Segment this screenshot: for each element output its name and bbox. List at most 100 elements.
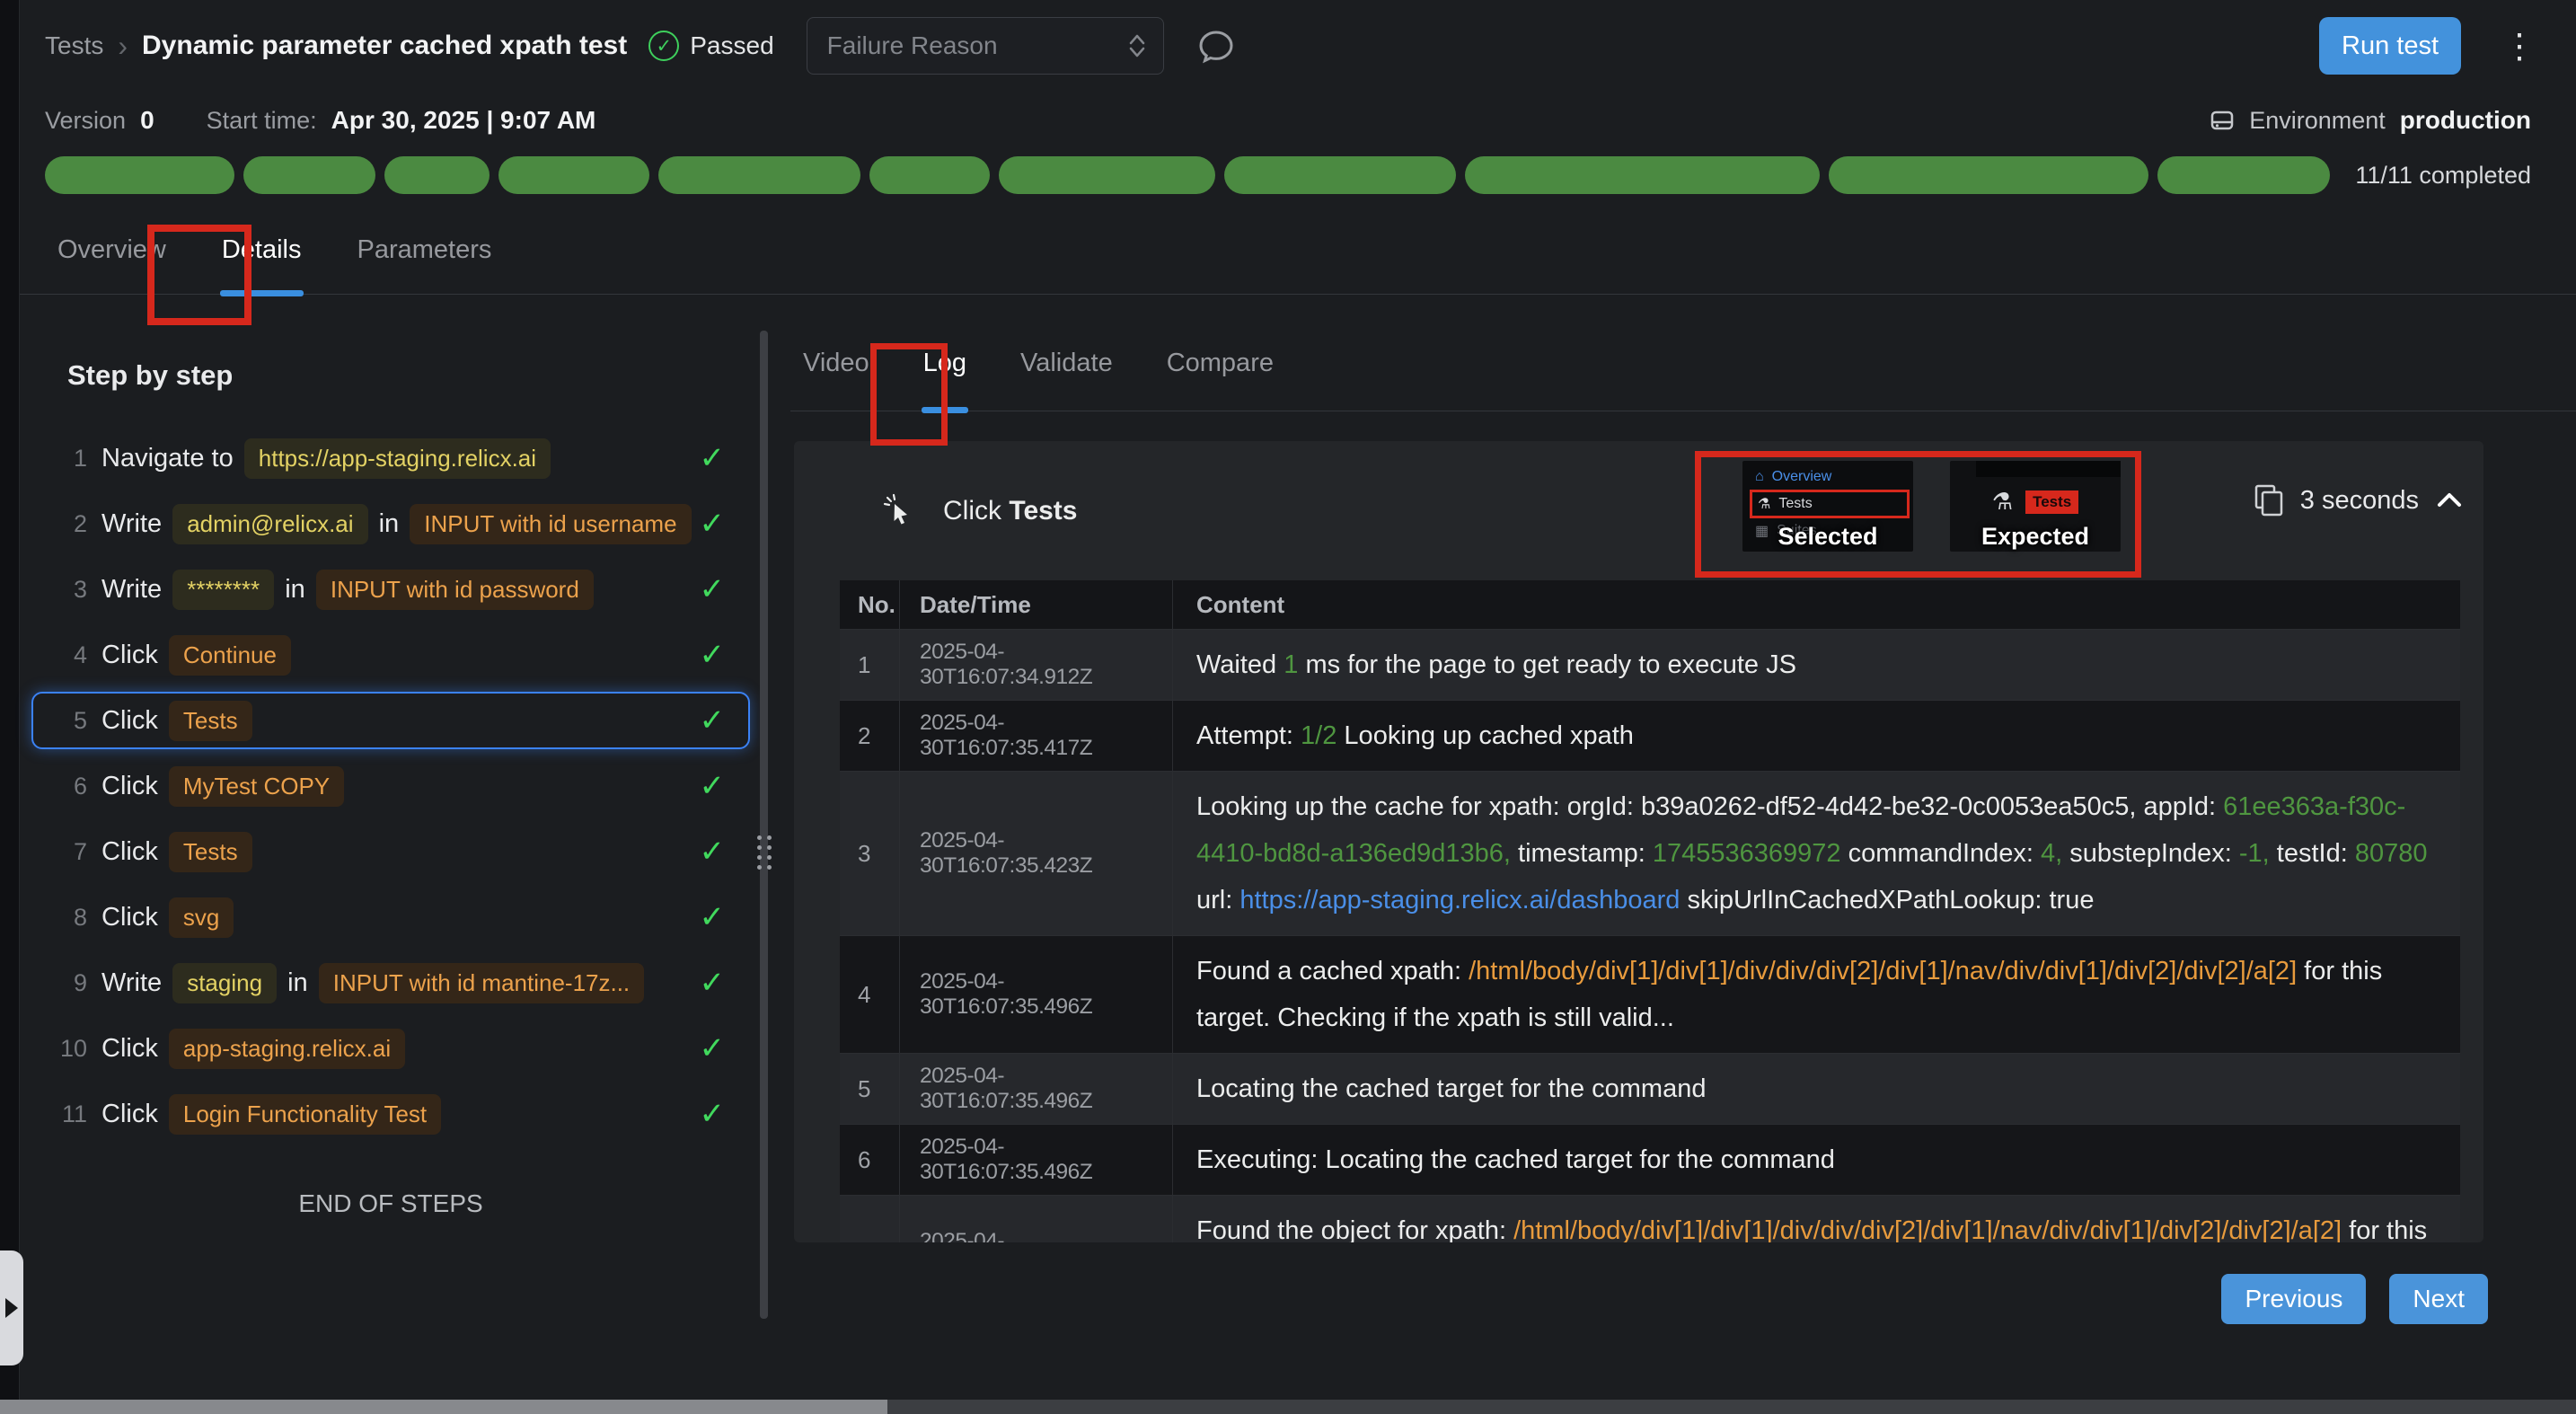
- log-highlight-value: 80780: [2355, 839, 2428, 868]
- step-row[interactable]: 2Write admin@relicx.ai in INPUT with id …: [31, 495, 750, 552]
- tab-compare[interactable]: Compare: [1165, 325, 1275, 411]
- step-row[interactable]: 3Write ******** in INPUT with id passwor…: [31, 561, 750, 618]
- step-action-text: in: [280, 968, 315, 998]
- expand-sidebar-handle[interactable]: [0, 1251, 23, 1365]
- log-row-number: 2: [840, 701, 899, 771]
- tab-parameters[interactable]: Parameters: [356, 223, 494, 294]
- status-label: Passed: [690, 31, 773, 60]
- progress-segment: [1829, 156, 2148, 194]
- log-row-content: Looking up the cache for xpath: orgId: b…: [1172, 772, 2460, 935]
- step-target-badge: admin@relicx.ai: [172, 504, 367, 544]
- log-table-row: 72025-04-30T16:07:35.753ZFound the objec…: [840, 1195, 2460, 1242]
- step-row[interactable]: 4Click Continue✓: [31, 626, 750, 684]
- log-table-row: 22025-04-30T16:07:35.417ZAttempt: 1/2 Lo…: [840, 700, 2460, 771]
- breadcrumb-chevron-icon: ›: [118, 30, 128, 63]
- log-url-link[interactable]: https://app-staging.relicx.ai/dashboard: [1239, 886, 1680, 915]
- progress-row: 11/11 completed: [0, 149, 2576, 201]
- progress-count: 11/11 completed: [2355, 162, 2531, 190]
- selected-caption: Selected: [1742, 523, 1913, 551]
- comment-icon[interactable]: [1196, 26, 1236, 66]
- run-meta-row: Version 0 Start time: Apr 30, 2025 | 9:0…: [0, 92, 2576, 149]
- progress-segment: [384, 156, 490, 194]
- tab-overview[interactable]: Overview: [56, 223, 168, 294]
- step-list: 1Navigate to https://app-staging.relicx.…: [31, 429, 750, 1143]
- next-button[interactable]: Next: [2389, 1274, 2488, 1324]
- step-action-text: Write: [101, 968, 169, 998]
- log-table-row: 52025-04-30T16:07:35.496ZLocating the ca…: [840, 1053, 2460, 1124]
- log-row-content: Found the object for xpath: /html/body/d…: [1172, 1196, 2460, 1242]
- progress-segment: [658, 156, 860, 194]
- step-row[interactable]: 9Write staging in INPUT with id mantine-…: [31, 954, 750, 1012]
- breadcrumb[interactable]: Tests: [45, 31, 103, 60]
- log-text: skipUrlInCachedXPathLookup: true: [1680, 886, 2094, 915]
- tab-log[interactable]: Log: [922, 325, 968, 411]
- command-header: Click Tests: [794, 441, 2483, 580]
- step-number: 4: [53, 641, 87, 669]
- tab-details[interactable]: Details: [220, 223, 304, 294]
- log-row-timestamp: 2025-04-30T16:07:35.496Z: [899, 1125, 1172, 1195]
- log-row-number: 7: [840, 1196, 899, 1242]
- step-row[interactable]: 6Click MyTest COPY✓: [31, 757, 750, 815]
- run-test-button[interactable]: Run test: [2319, 17, 2461, 75]
- failure-reason-select[interactable]: Failure Reason: [807, 17, 1164, 75]
- log-text: Looking up cached xpath: [1337, 721, 1634, 750]
- steps-vertical-scrollbar[interactable]: [760, 331, 768, 1319]
- mini-nav-tests-highlighted: ⚗Tests: [1750, 490, 1910, 518]
- log-text: Found the object for xpath:: [1196, 1216, 1513, 1242]
- previous-button[interactable]: Previous: [2221, 1274, 2366, 1324]
- step-target-badge: INPUT with id username: [410, 504, 691, 544]
- log-highlight-value: -1,: [2239, 839, 2270, 868]
- log-card: Click Tests ⌂Overview ⚗Tests ▦Suites Sel…: [794, 441, 2483, 1242]
- col-header-content: Content: [1172, 580, 2460, 629]
- end-of-steps-label: END OF STEPS: [31, 1189, 750, 1218]
- step-target-badge: MyTest COPY: [169, 766, 344, 807]
- collapse-chevron-up-icon[interactable]: [2435, 490, 2464, 510]
- log-row-number: 6: [840, 1125, 899, 1195]
- step-row[interactable]: 5Click Tests✓: [31, 692, 750, 749]
- page-title: Dynamic parameter cached xpath test: [142, 31, 627, 61]
- drive-icon: [2208, 106, 2236, 135]
- home-icon: ⌂: [1755, 469, 1764, 485]
- step-row[interactable]: 10Click app-staging.relicx.ai✓: [31, 1020, 750, 1077]
- panel-resize-grip[interactable]: [754, 835, 774, 870]
- screenshot-thumbnails: ⌂Overview ⚗Tests ▦Suites Selected ⚗ Test…: [1695, 461, 2129, 552]
- progress-segment: [999, 156, 1215, 194]
- log-row-number: 1: [840, 630, 899, 700]
- log-xpath-value: /html/body/div[1]/div[1]/div/div/div[2]/…: [1513, 1216, 2342, 1242]
- step-action-text: Click: [101, 837, 165, 867]
- selected-screenshot-thumbnail[interactable]: ⌂Overview ⚗Tests ▦Suites Selected: [1742, 461, 1913, 552]
- step-success-check-icon: ✓: [700, 899, 726, 935]
- step-success-check-icon: ✓: [700, 965, 726, 1001]
- flask-icon: ⚗: [1758, 495, 1770, 513]
- step-success-check-icon: ✓: [700, 703, 726, 738]
- log-table-header: No. Date/Time Content: [840, 580, 2460, 629]
- log-text: ms for the page to get ready to execute …: [1298, 650, 1796, 679]
- log-table-row: 42025-04-30T16:07:35.496ZFound a cached …: [840, 935, 2460, 1053]
- step-action-text: Click: [101, 772, 165, 801]
- step-target-badge: svg: [169, 897, 234, 938]
- tab-video[interactable]: Video: [801, 325, 871, 411]
- step-row[interactable]: 11Click Login Functionality Test✓: [31, 1085, 750, 1143]
- environment-value: production: [2400, 106, 2531, 135]
- overflow-menu-icon[interactable]: ⋮: [2502, 26, 2536, 66]
- details-content: Step by step 1Navigate to https://app-st…: [0, 325, 2576, 1414]
- step-target-badge: INPUT with id mantine-17z...: [319, 963, 644, 1003]
- horizontal-scrollbar-thumb[interactable]: [0, 1400, 887, 1414]
- horizontal-scrollbar-track[interactable]: [0, 1400, 2576, 1414]
- step-target-badge: Tests: [169, 701, 252, 741]
- log-row-timestamp: 2025-04-30T16:07:34.912Z: [899, 630, 1172, 700]
- copy-icon[interactable]: [2254, 484, 2284, 517]
- step-row[interactable]: 1Navigate to https://app-staging.relicx.…: [31, 429, 750, 487]
- main-tabs: Overview Details Parameters: [0, 223, 2576, 295]
- log-text: commandIndex:: [1841, 839, 2041, 868]
- tab-validate[interactable]: Validate: [1019, 325, 1115, 411]
- expected-screenshot-thumbnail[interactable]: ⚗ Tests Expected: [1950, 461, 2121, 552]
- log-text: Looking up the cache for xpath: orgId: b…: [1196, 792, 2223, 821]
- step-row[interactable]: 8Click svg✓: [31, 888, 750, 946]
- log-row-content: Found a cached xpath: /html/body/div[1]/…: [1172, 936, 2460, 1053]
- log-row-timestamp: 2025-04-30T16:07:35.423Z: [899, 772, 1172, 935]
- step-number: 6: [53, 773, 87, 800]
- progress-segment: [1224, 156, 1456, 194]
- check-circle-icon: ✓: [648, 31, 679, 61]
- step-row[interactable]: 7Click Tests✓: [31, 823, 750, 880]
